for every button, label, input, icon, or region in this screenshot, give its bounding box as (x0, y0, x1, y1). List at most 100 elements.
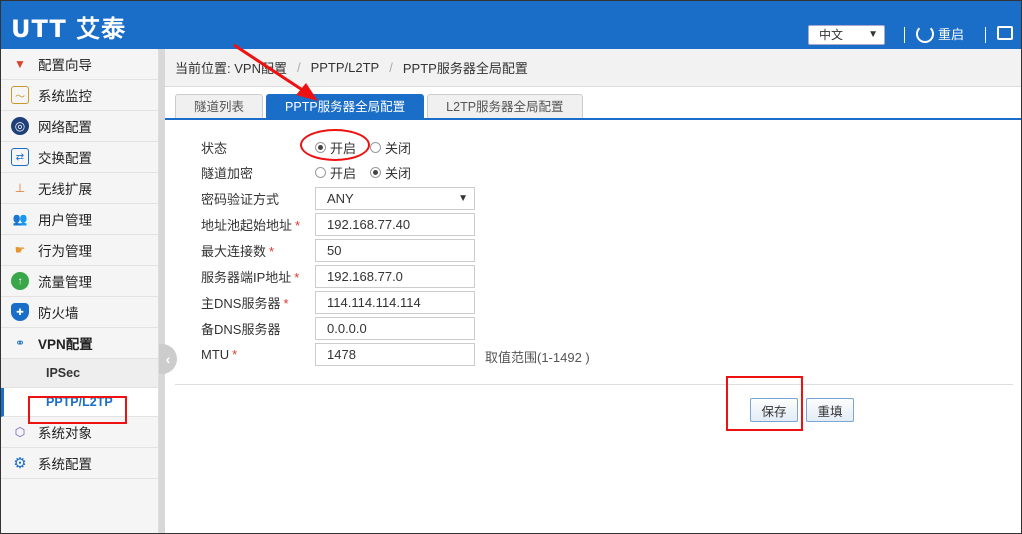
required-mark: * (294, 269, 300, 285)
encrypt-row: 隧道加密 开启 关闭 (201, 160, 425, 184)
encrypt-on-radio[interactable]: 开启 (315, 163, 356, 182)
sidebar-item-label: 防火墙 (38, 306, 79, 321)
sidebar-item-traffic[interactable]: ↑ 流量管理 (1, 266, 158, 297)
auth-method-select[interactable]: ANY ▼ (315, 187, 475, 210)
encrypt-off-radio[interactable]: 关闭 (370, 163, 411, 182)
primary-dns-input[interactable]: 114.114.114.114 (315, 291, 475, 314)
status-label: 状态 (201, 140, 228, 156)
server-ip-label: 服务器端IP地址 * (201, 267, 315, 286)
status-off-radio[interactable]: 关闭 (370, 138, 411, 157)
wireless-icon: ⊥ (14, 181, 26, 195)
sidebar-item-network[interactable]: ◎ 网络配置 (1, 111, 158, 142)
encrypt-label: 隧道加密 (201, 165, 254, 181)
status-off-label: 关闭 (385, 140, 412, 156)
auth-row: 密码验证方式 (201, 186, 315, 210)
language-select[interactable]: 中文 ▼ (808, 25, 885, 45)
pool-start-row: 地址池起始地址 * (201, 212, 315, 236)
primary-dns-label: 主DNS服务器 * (201, 293, 315, 312)
primary-dns-row: 主DNS服务器 * (201, 290, 315, 314)
network-icon: ◎ (11, 117, 29, 135)
restart-button[interactable]: 重启 (916, 24, 964, 43)
required-mark: * (295, 217, 301, 233)
app-window: UTT 艾泰 中文 ▼ 重启 ▼ 配置向导 〜 系统监控 ◎ 网络配置 ⇄ 交换… (0, 0, 1022, 534)
sidebar-item-label: 用户管理 (38, 213, 92, 228)
sidebar-item-label: VPN配置 (38, 337, 93, 352)
hand-icon: ☛ (14, 243, 26, 257)
chevron-down-icon: ▼ (458, 193, 468, 204)
max-conn-input[interactable]: 50 (315, 239, 475, 262)
header-divider (985, 27, 986, 43)
vpn-icon: ⚭ (14, 336, 26, 350)
radio-unchecked-icon (315, 166, 326, 178)
sidebar-collapse-button[interactable]: ‹ (159, 344, 177, 374)
server-ip-row: 服务器端IP地址 * (201, 264, 315, 288)
users-icon: 👥 (12, 212, 28, 226)
max-conn-row: 最大连接数 * (201, 238, 315, 262)
annotation-box-pptp-l2tp (28, 396, 127, 424)
sidebar-item-switch[interactable]: ⇄ 交换配置 (1, 142, 158, 173)
secondary-dns-row: 备DNS服务器 (201, 316, 315, 340)
chevron-down-icon: ▼ (868, 29, 878, 40)
max-conn-label-text: 最大连接数 (201, 243, 267, 259)
sidebar-item-wizard[interactable]: ▼ 配置向导 (1, 49, 158, 80)
auth-label: 密码验证方式 (201, 191, 280, 207)
sidebar-item-users[interactable]: 👥 用户管理 (1, 204, 158, 235)
header-divider (904, 27, 905, 43)
sidebar-item-monitor[interactable]: 〜 系统监控 (1, 80, 158, 111)
brand-logo: UTT 艾泰 (11, 15, 127, 43)
sidebar-item-label: 网络配置 (38, 120, 92, 135)
top-header: UTT 艾泰 中文 ▼ 重启 (1, 1, 1021, 49)
pool-start-label-text: 地址池起始地址 (201, 217, 293, 233)
annotation-ellipse-status-on (300, 129, 370, 161)
sidebar-item-label: 无线扩展 (38, 182, 92, 197)
annotation-box-save (726, 376, 803, 431)
server-ip-input[interactable]: 192.168.77.0 (315, 265, 475, 288)
mtu-row: MTU * (201, 342, 315, 366)
chevron-left-icon: ‹ (165, 351, 171, 367)
sidebar-item-wireless[interactable]: ⊥ 无线扩展 (1, 173, 158, 204)
wizard-icon: ▼ (14, 57, 26, 71)
tab-l2tp-global[interactable]: L2TP服务器全局配置 (427, 94, 583, 119)
secondary-dns-label: 备DNS服务器 (201, 321, 281, 337)
cube-icon: ⬡ (14, 425, 26, 439)
max-conn-label: 最大连接数 * (201, 241, 315, 260)
radio-unchecked-icon (370, 141, 382, 153)
gear-icon: ⚙ (13, 455, 27, 472)
sidebar-item-label: 交换配置 (38, 151, 92, 166)
mtu-label: MTU * (201, 347, 315, 362)
auth-method-value: ANY (327, 191, 354, 206)
primary-dns-label-text: 主DNS服务器 (201, 295, 281, 311)
sidebar-item-label: 系统配置 (38, 457, 92, 472)
radio-checked-icon (370, 166, 382, 178)
mtu-label-text: MTU (201, 346, 230, 362)
form-divider (175, 384, 1013, 385)
sidebar-item-label: 行为管理 (38, 244, 92, 259)
secondary-dns-input[interactable]: 0.0.0.0 (315, 317, 475, 340)
breadcrumb-separator: / (389, 60, 393, 75)
sidebar-subitem-ipsec[interactable]: IPSec (1, 359, 158, 388)
sidebar-item-label: 流量管理 (38, 275, 92, 290)
restart-icon (916, 24, 934, 43)
sidebar-item-behavior[interactable]: ☛ 行为管理 (1, 235, 158, 266)
required-mark: * (283, 295, 289, 311)
restart-label: 重启 (938, 27, 965, 42)
encrypt-off-label: 关闭 (385, 165, 412, 181)
sidebar-item-label: 系统对象 (38, 426, 92, 441)
pool-start-input[interactable]: 192.168.77.40 (315, 213, 475, 236)
annotation-arrow (233, 43, 318, 101)
monitor-icon: 〜 (11, 86, 29, 104)
sidebar-item-firewall[interactable]: ✚ 防火墙 (1, 297, 158, 328)
sidebar-item-label: 系统监控 (38, 89, 92, 104)
traffic-icon: ↑ (11, 272, 29, 290)
sidebar-edge (159, 49, 165, 533)
pool-start-label: 地址池起始地址 * (201, 215, 315, 234)
reset-button[interactable]: 重填 (806, 398, 854, 422)
message-icon[interactable] (997, 26, 1013, 40)
sidebar-item-vpn[interactable]: ⚭ VPN配置 (1, 328, 158, 359)
switch-icon: ⇄ (11, 148, 29, 166)
mtu-input[interactable]: 1478 (315, 343, 475, 366)
encrypt-on-label: 开启 (330, 165, 357, 181)
sidebar-subitem-label: IPSec (46, 366, 81, 380)
sidebar-item-system[interactable]: ⚙ 系统配置 (1, 448, 158, 479)
mtu-range-hint: 取值范围(1-1492 ) (485, 350, 590, 365)
